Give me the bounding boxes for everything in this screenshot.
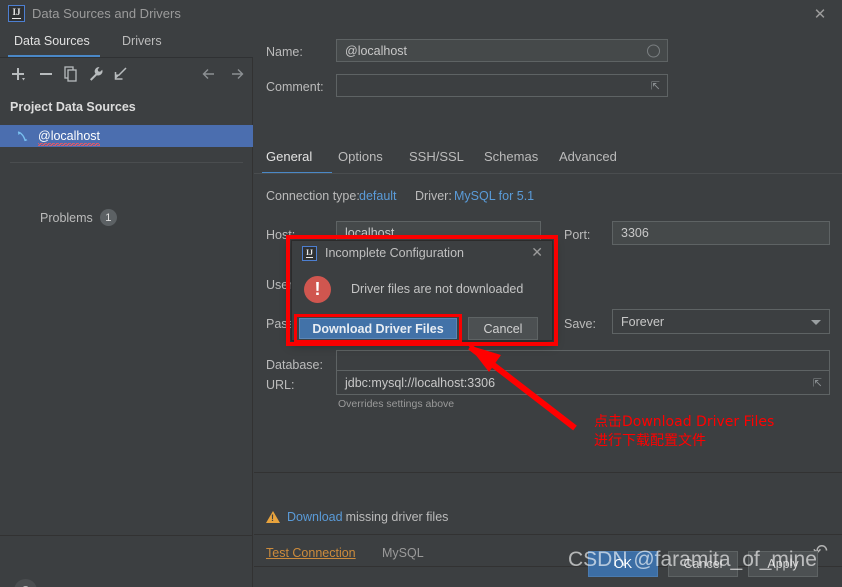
tab-ssh-ssl[interactable]: SSH/SSL (409, 149, 464, 164)
add-icon[interactable] (10, 65, 28, 83)
name-label: Name: (266, 45, 303, 59)
tab-advanced[interactable]: Advanced (559, 149, 617, 164)
problems-item[interactable]: Problems 1 (40, 209, 117, 226)
copy-icon[interactable] (62, 65, 80, 83)
sidebar-item-label: @localhost (38, 129, 101, 146)
forward-arrow-icon[interactable] (228, 65, 246, 83)
connection-type-value[interactable]: default (359, 189, 397, 203)
tab-active-underline (8, 55, 100, 57)
form-tab-baseline (254, 173, 842, 174)
download-button-red-highlight (294, 314, 462, 343)
expand-icon[interactable]: ⇱ (651, 79, 660, 92)
save-select[interactable]: Forever (612, 309, 830, 334)
status-separator-top (254, 472, 842, 473)
problems-label: Problems (40, 210, 93, 225)
remove-icon[interactable] (37, 65, 55, 83)
sidebar-divider (10, 162, 243, 163)
tab-schemas[interactable]: Schemas (484, 149, 538, 164)
annotation-line-1: 点击Download Driver Files (594, 414, 775, 430)
left-bottom-divider (0, 535, 253, 536)
intellij-logo-text: IJ (12, 7, 21, 19)
problems-count-badge: 1 (99, 209, 117, 226)
download-link[interactable]: Download (287, 510, 343, 524)
mysql-dolphin-icon (15, 128, 31, 144)
left-panel: Data Sources Drivers Project Data Source… (0, 29, 253, 587)
project-data-sources-title: Project Data Sources (10, 100, 136, 114)
url-hint: Overrides settings above (338, 398, 455, 410)
name-status-circle-icon (647, 44, 660, 57)
back-arrow-icon[interactable] (200, 65, 218, 83)
help-button[interactable]: ? (14, 579, 37, 587)
left-tabs: Data Sources Drivers (0, 29, 253, 58)
annotation-text: 点击Download Driver Files 进行下载配置文件 (594, 413, 774, 451)
test-connection-link[interactable]: Test Connection (266, 546, 356, 560)
data-sources-and-drivers-dialog: Database IJ Data Sources and Drivers ✕ D… (0, 0, 842, 587)
error-squiggle (38, 143, 101, 146)
dialog-title-bar: IJ Data Sources and Drivers ✕ (0, 0, 842, 29)
database-label: Database: (266, 358, 323, 372)
intellij-logo-icon: IJ (8, 5, 25, 22)
url-expand-icon[interactable]: ⇱ (813, 376, 822, 389)
annotation-line-2: 进行下载配置文件 (594, 433, 706, 449)
name-input[interactable]: @localhost (336, 39, 668, 62)
port-input-value: 3306 (621, 226, 649, 240)
modal-cancel-button[interactable]: Cancel (468, 317, 538, 340)
ok-button[interactable]: OK (588, 551, 658, 577)
save-select-value: Forever (621, 314, 665, 329)
import-icon[interactable] (112, 65, 130, 83)
close-icon[interactable]: ✕ (812, 7, 828, 23)
driver-kind-label: MySQL (382, 546, 424, 560)
dialog-title: Data Sources and Drivers (32, 6, 181, 21)
chevron-down-icon (811, 319, 821, 325)
driver-label: Driver: (415, 189, 452, 203)
sidebar-item-localhost[interactable]: @localhost (0, 125, 253, 147)
comment-input[interactable]: ⇱ (336, 74, 668, 97)
port-label: Port: (564, 228, 591, 242)
port-input[interactable]: 3306 (612, 221, 830, 245)
warning-message-rest: missing driver files (345, 510, 449, 524)
driver-value[interactable]: MySQL for 5.1 (454, 189, 534, 203)
name-input-value: @localhost (345, 43, 408, 58)
apply-button[interactable]: Apply (748, 551, 818, 577)
tab-general[interactable]: General (266, 149, 312, 164)
warning-triangle-icon (266, 511, 280, 523)
driver-warning-row: Download missing driver files (266, 510, 448, 524)
comment-label: Comment: (266, 80, 324, 94)
url-input-value: jdbc:mysql://localhost:3306 (345, 375, 496, 390)
save-label: Save: (564, 317, 596, 331)
cancel-button[interactable]: Cancel (668, 551, 738, 577)
tab-drivers[interactable]: Drivers (120, 34, 164, 48)
url-input[interactable]: jdbc:mysql://localhost:3306 ⇱ (336, 370, 830, 395)
left-toolbar (0, 58, 253, 89)
connection-type-label: Connection type: (266, 189, 360, 203)
tab-options[interactable]: Options (338, 149, 383, 164)
status-separator-mid (254, 534, 842, 535)
tab-data-sources[interactable]: Data Sources (12, 34, 92, 48)
wrench-icon[interactable] (87, 65, 105, 83)
url-label: URL: (266, 378, 295, 392)
